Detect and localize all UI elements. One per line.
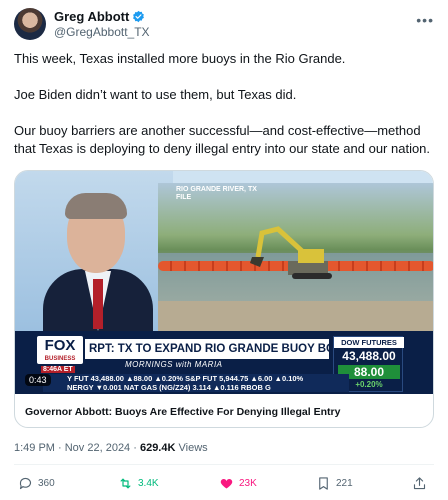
location-label-line: FILE <box>176 194 192 201</box>
fox-business-logo: FOX BUSINESS <box>37 336 83 364</box>
bookmark-icon <box>319 477 328 490</box>
broadcast-headline: RPT: TX TO EXPAND RIO GRANDE BUOY BORDER… <box>85 339 329 359</box>
author-name-row: Greg Abbott <box>54 9 145 24</box>
video-card[interactable]: RIO GRANDE RIVER, TX FILE FOX BUSINESS 8… <box>14 170 434 428</box>
like-button[interactable]: 23K <box>219 476 257 491</box>
repost-icon <box>120 478 131 489</box>
tweet-header: Greg Abbott @GregAbbott_TX ••• <box>14 6 434 42</box>
reply-icon <box>19 477 32 490</box>
tweet-meta: 1:49 PM · Nov 22, 2024 · 629.4K Views <box>14 442 208 454</box>
video-duration: 0:43 <box>25 374 51 386</box>
excavator-icon <box>250 226 332 279</box>
tweet-body: This week, Texas installed more buoys in… <box>14 50 434 176</box>
avatar[interactable] <box>14 8 46 40</box>
like-count: 23K <box>239 478 257 489</box>
location-label: RIO GRANDE RIVER, TX FILE <box>176 186 257 202</box>
reply-button[interactable]: 360 <box>18 476 55 491</box>
author-handle[interactable]: @GregAbbott_TX <box>54 25 150 39</box>
divider <box>14 464 434 465</box>
verified-badge-icon <box>133 10 145 23</box>
tweet-paragraph: This week, Texas installed more buoys in… <box>14 51 346 66</box>
bookmark-button[interactable]: 221 <box>316 476 353 491</box>
hair-shape <box>65 193 127 219</box>
dow-value: 43,488.00 <box>342 349 396 363</box>
network-name: FOX <box>44 337 76 354</box>
reply-count: 360 <box>38 478 55 489</box>
tweet-paragraph: Joe Biden didn’t want to use them, but T… <box>14 87 297 102</box>
ticker-line: Y FUT 43,488.00 ▲88.00 ▲0.20% S&P FUT 5,… <box>67 374 304 383</box>
action-bar: 360 3.4K 23K 221 <box>0 476 448 494</box>
broadcast-time: 8:46A ET <box>41 366 75 373</box>
river-footage-image <box>158 183 433 331</box>
more-options-icon[interactable]: ••• <box>416 12 434 28</box>
ticker-line: NERGY ▼0.001 NAT GAS (NG/Z24) 3.114 ▲0.1… <box>67 383 271 392</box>
network-sub: BUSINESS <box>44 356 76 362</box>
tweet-paragraph: Our buoy barriers are another successful… <box>14 123 431 156</box>
repost-button[interactable]: 3.4K <box>118 476 159 491</box>
dow-title: DOW FUTURES <box>334 337 404 348</box>
video-player[interactable]: RIO GRANDE RIVER, TX FILE FOX BUSINESS 8… <box>15 171 433 394</box>
tie-shape <box>93 279 103 329</box>
heart-icon <box>220 478 233 489</box>
share-icon <box>413 477 426 490</box>
bookmark-count: 221 <box>336 478 353 489</box>
river-bank <box>158 301 433 331</box>
location-label-line: RIO GRANDE RIVER, TX <box>176 186 257 193</box>
repost-count: 3.4K <box>138 478 159 489</box>
anchor-guest-image <box>15 171 173 331</box>
market-ticker: Y FUT 43,488.00 ▲88.00 ▲0.20% S&P FUT 5,… <box>43 374 349 392</box>
author-name[interactable]: Greg Abbott <box>54 9 129 24</box>
views-count: 629.4K <box>139 442 176 454</box>
views-label: Views <box>175 442 208 454</box>
video-caption[interactable]: Governor Abbott: Buoys Are Effective For… <box>25 406 425 418</box>
share-button[interactable] <box>412 476 427 491</box>
timestamp[interactable]: 1:49 PM · Nov 22, 2024 · <box>14 442 140 454</box>
show-name: MORNINGS with MARIA <box>125 360 223 369</box>
